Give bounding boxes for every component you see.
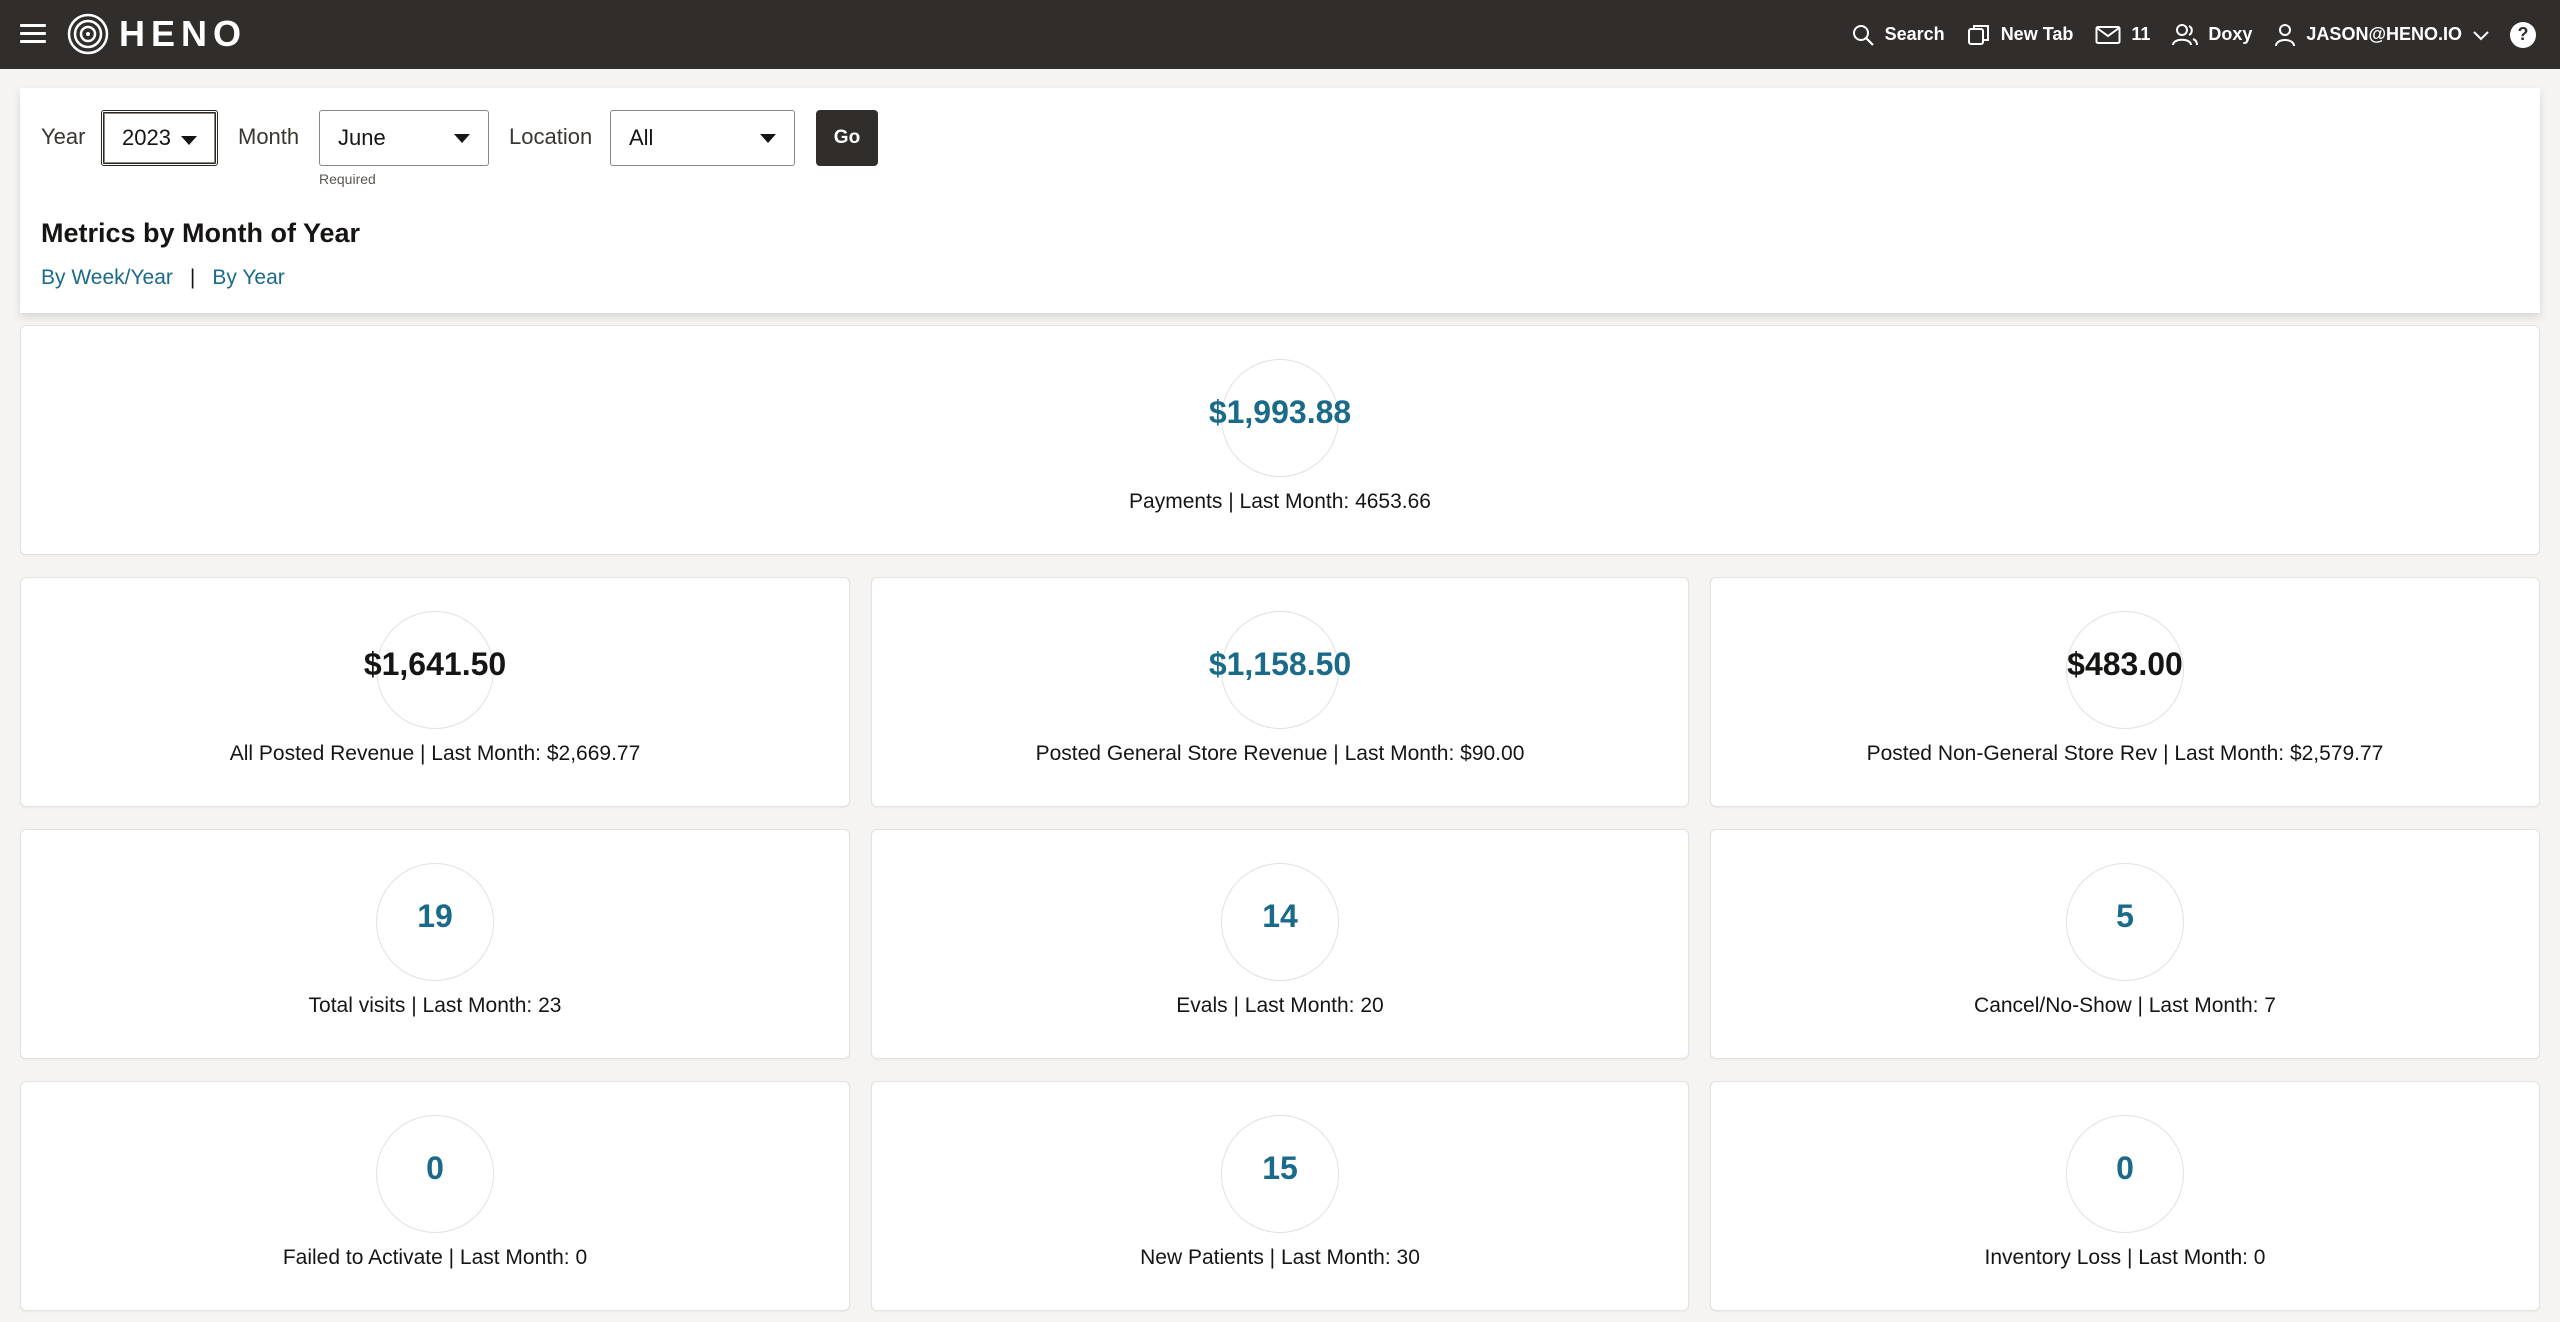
metric-card-new-patients: 15 New Patients | Last Month: 30 [871, 1081, 1689, 1311]
user-label: JASON@HENO.IO [2306, 24, 2462, 44]
go-button[interactable]: Go [816, 110, 878, 166]
doxy-button[interactable]: Doxy [2172, 23, 2252, 47]
brand-logo[interactable]: HENO [67, 13, 247, 55]
location-label: Location [509, 124, 593, 149]
user-menu-button[interactable]: JASON@HENO.IO [2274, 23, 2490, 47]
year-select[interactable]: 2023 [101, 110, 218, 166]
caret-down-icon [181, 136, 197, 145]
metric-label: Evals | Last Month: 20 [1176, 994, 1384, 1017]
view-links: By Week/Year | By Year [41, 266, 285, 290]
metric-value: 15 [1262, 1150, 1298, 1186]
mail-icon [2095, 25, 2121, 44]
by-year-link[interactable]: By Year [212, 266, 284, 290]
metric-value: $1,158.50 [1208, 646, 1352, 682]
metric-card-evals: 14 Evals | Last Month: 20 [871, 829, 1689, 1059]
brand-name: HENO [119, 13, 248, 54]
metric-label: Failed to Activate | Last Month: 0 [282, 1246, 588, 1269]
metric-value: 14 [1262, 898, 1298, 934]
caret-down-icon [760, 134, 776, 143]
metric-label: Posted General Store Revenue | Last Mont… [1035, 742, 1525, 765]
metric-card-failed-to-activate: 0 Failed to Activate | Last Month: 0 [20, 1081, 850, 1311]
metric-value: 19 [417, 898, 453, 934]
filter-panel: Year 2023 Month June Required Location A… [20, 88, 2540, 313]
metric-value: 0 [426, 1150, 444, 1186]
metric-label: All Posted Revenue | Last Month: $2,669.… [229, 742, 641, 765]
chevron-down-icon [2473, 30, 2489, 40]
location-value: All [629, 125, 654, 150]
metric-card-cancel-no-show: 5 Cancel/No-Show | Last Month: 7 [1710, 829, 2540, 1059]
metric-value: $483.00 [2067, 646, 2183, 682]
mail-count: 11 [2131, 24, 2151, 44]
mail-button[interactable]: 11 [2095, 24, 2150, 45]
metric-value: 0 [2116, 1150, 2134, 1186]
metric-label: Inventory Loss | Last Month: 0 [1984, 1246, 2266, 1269]
top-bar: HENO Search New Tab 11 Doxy JASON@HENO.I… [0, 0, 2560, 69]
hamburger-menu-icon[interactable] [20, 24, 46, 44]
help-icon[interactable]: ? [2510, 21, 2536, 48]
metric-value: $1,641.50 [363, 646, 507, 682]
metric-label: Cancel/No-Show | Last Month: 7 [1974, 994, 2276, 1017]
new-tab-icon [1967, 24, 1989, 45]
top-nav: Search New Tab 11 Doxy JASON@HENO.IO ? [1829, 0, 2536, 69]
new-tab-label: New Tab [2000, 24, 2074, 44]
metric-card-inventory-loss: 0 Inventory Loss | Last Month: 0 [1710, 1081, 2540, 1311]
people-icon [2172, 23, 2199, 45]
new-tab-button[interactable]: New Tab [1967, 23, 2074, 47]
metric-label: New Patients | Last Month: 30 [1140, 1246, 1420, 1269]
metric-label: Payments | Last Month: 4653.66 [1129, 490, 1431, 513]
metric-card-non-general-store-rev: $483.00 Posted Non-General Store Rev | L… [1710, 577, 2540, 807]
metric-label: Posted Non-General Store Rev | Last Mont… [1866, 742, 2384, 765]
doxy-label: Doxy [2208, 24, 2253, 44]
by-week-year-link[interactable]: By Week/Year [41, 266, 173, 290]
year-value: 2023 [122, 125, 171, 150]
metric-card-all-posted-revenue: $1,641.50 All Posted Revenue | Last Mont… [20, 577, 850, 807]
metric-card-payments: $1,993.88 Payments | Last Month: 4653.66 [20, 325, 2540, 555]
heno-logo-icon [67, 13, 109, 55]
month-required-hint: Required [319, 171, 376, 187]
search-icon [1852, 24, 1874, 46]
metric-value: 5 [2116, 898, 2134, 934]
search-button[interactable]: Search [1851, 23, 1945, 47]
caret-down-icon [454, 134, 470, 143]
metric-card-general-store-revenue: $1,158.50 Posted General Store Revenue |… [871, 577, 1689, 807]
month-select[interactable]: June [319, 110, 489, 166]
user-icon [2275, 23, 2296, 46]
link-separator: | [189, 266, 196, 289]
page-title: Metrics by Month of Year [41, 218, 361, 248]
month-label: Month [238, 124, 300, 149]
month-value: June [338, 125, 386, 150]
metric-label: Total visits | Last Month: 23 [308, 994, 562, 1017]
metric-value: $1,993.88 [1208, 394, 1352, 430]
location-select[interactable]: All [610, 110, 795, 166]
metric-card-total-visits: 19 Total visits | Last Month: 23 [20, 829, 850, 1059]
year-label: Year [41, 124, 86, 149]
search-label: Search [1884, 24, 1945, 44]
